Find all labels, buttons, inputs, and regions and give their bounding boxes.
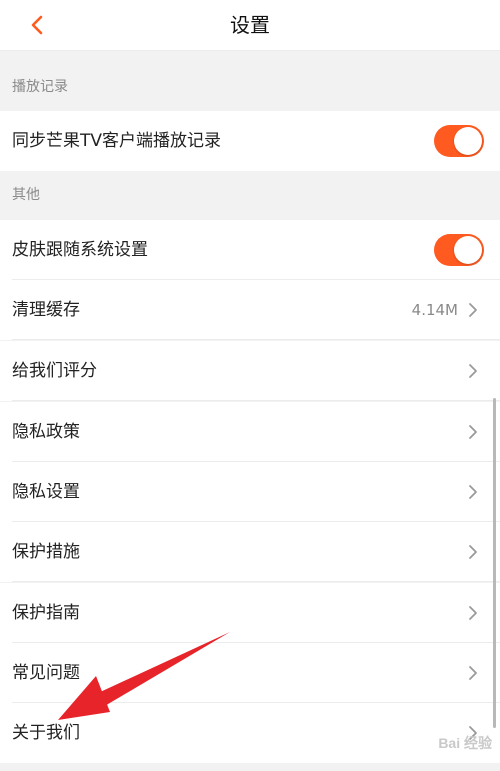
chevron-right-icon <box>469 666 477 680</box>
chevron-right-icon <box>469 606 477 620</box>
setting-label: 保护措施 <box>12 542 80 562</box>
page-title: 设置 <box>230 13 270 37</box>
setting-label: 保护指南 <box>12 603 80 623</box>
chevron-right-icon <box>469 364 477 378</box>
skin-follow-toggle[interactable] <box>434 234 484 266</box>
sync-playback-toggle[interactable] <box>434 125 484 157</box>
setting-privacy-settings[interactable]: 隐私设置 <box>0 462 500 522</box>
setting-label: 隐私设置 <box>12 482 80 502</box>
chevron-right-icon <box>469 425 477 439</box>
cache-size-value: 4.14M <box>411 301 458 319</box>
setting-privacy-policy[interactable]: 隐私政策 <box>0 402 500 462</box>
chevron-right-icon <box>469 485 477 499</box>
setting-rate-us[interactable]: 给我们评分 <box>0 341 500 401</box>
setting-label: 隐私政策 <box>12 422 80 442</box>
chevron-right-icon <box>469 545 477 559</box>
spacer <box>0 51 500 63</box>
setting-label: 给我们评分 <box>12 361 97 381</box>
setting-faq[interactable]: 常见问题 <box>0 643 500 703</box>
toggle-knob <box>454 236 482 264</box>
bottom-spacer <box>0 763 500 771</box>
setting-protection-guide[interactable]: 保护指南 <box>0 583 500 643</box>
setting-sync-playback[interactable]: 同步芒果TV客户端播放记录 <box>0 111 500 171</box>
setting-skin-follow-system[interactable]: 皮肤跟随系统设置 <box>0 220 500 280</box>
setting-label: 清理缓存 <box>12 300 80 320</box>
section-header-other: 其他 <box>0 171 500 219</box>
setting-label: 皮肤跟随系统设置 <box>12 240 148 260</box>
toggle-knob <box>454 127 482 155</box>
setting-clear-cache[interactable]: 清理缓存 4.14M <box>0 280 500 340</box>
setting-protection-measures[interactable]: 保护措施 <box>0 522 500 582</box>
nav-bar: 设置 <box>0 0 500 51</box>
setting-label: 同步芒果TV客户端播放记录 <box>12 131 222 151</box>
setting-label: 常见问题 <box>12 663 80 683</box>
watermark: Bai 经验 <box>438 735 492 751</box>
chevron-right-icon <box>469 303 477 317</box>
setting-about-us[interactable]: 关于我们 <box>0 703 500 763</box>
section-header-playback: 播放记录 <box>0 63 500 111</box>
scrollbar[interactable] <box>493 398 496 728</box>
setting-label: 关于我们 <box>12 723 80 743</box>
